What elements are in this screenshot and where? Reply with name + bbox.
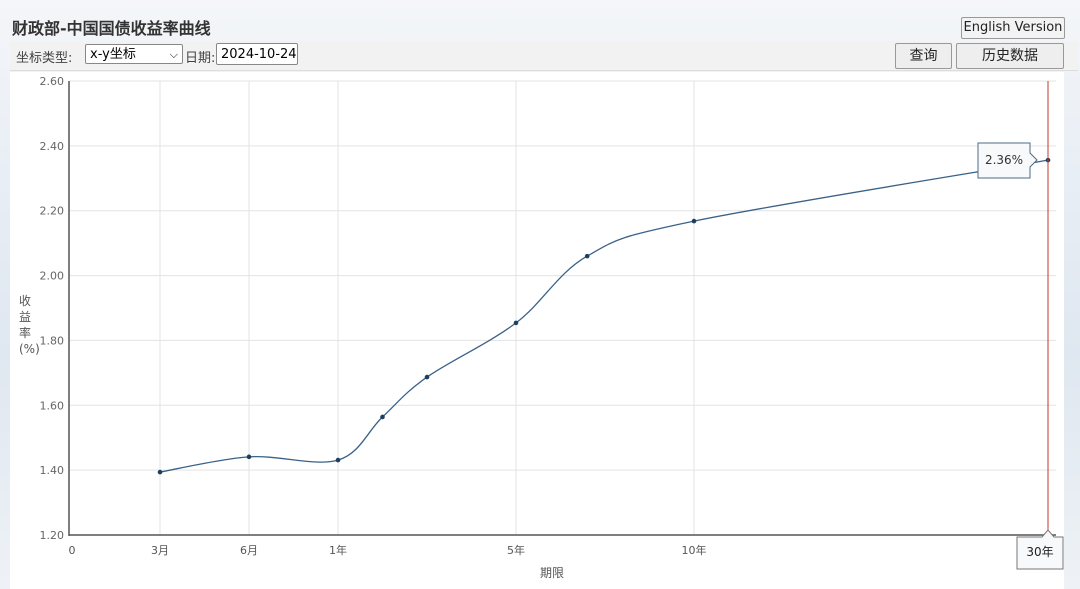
data-point-7年[interactable] (584, 253, 590, 259)
y-tick-label: 1.40 (40, 464, 65, 477)
x-tick-label: 6月 (240, 544, 258, 557)
data-point-3年[interactable] (424, 374, 430, 380)
data-point-2年[interactable] (380, 414, 385, 420)
y-tick-label: 2.20 (40, 205, 65, 218)
y-axis-title: 收益率(%) (19, 294, 40, 356)
tooltip: 2.36% (977, 142, 1038, 179)
data-point-6月[interactable] (246, 454, 252, 460)
y-tick-label: 1.20 (40, 529, 65, 542)
x-axis-title: 期限 (540, 566, 564, 580)
data-point-5年[interactable] (513, 320, 519, 326)
y-tick-label: 1.60 (40, 399, 65, 412)
x-tick-label: 10年 (682, 543, 707, 557)
data-point-10年[interactable] (691, 218, 697, 224)
tooltip-value: 2.36% (985, 153, 1023, 167)
x-tick-label: 1年 (329, 543, 347, 557)
x-tick-label: 3月 (151, 544, 169, 557)
x-tooltip-label: 30年 (1026, 545, 1053, 559)
y-tick-label: 2.60 (40, 75, 65, 88)
y-tick-label: 1.80 (40, 334, 65, 347)
yield-curve-chart[interactable]: 1.20 1.40 1.60 1.80 2.00 2.20 2.40 2.60 0 3月 6月 1年 5… (0, 0, 1080, 589)
x-tick-label: 5年 (507, 543, 525, 557)
y-tick-label: 2.00 (40, 270, 65, 283)
y-tick-label: 2.40 (40, 140, 65, 153)
x-tick-label: 0 (69, 544, 76, 557)
plot-background (10, 72, 1064, 589)
data-point-1年[interactable] (335, 457, 341, 463)
data-point-3月[interactable] (157, 469, 163, 475)
